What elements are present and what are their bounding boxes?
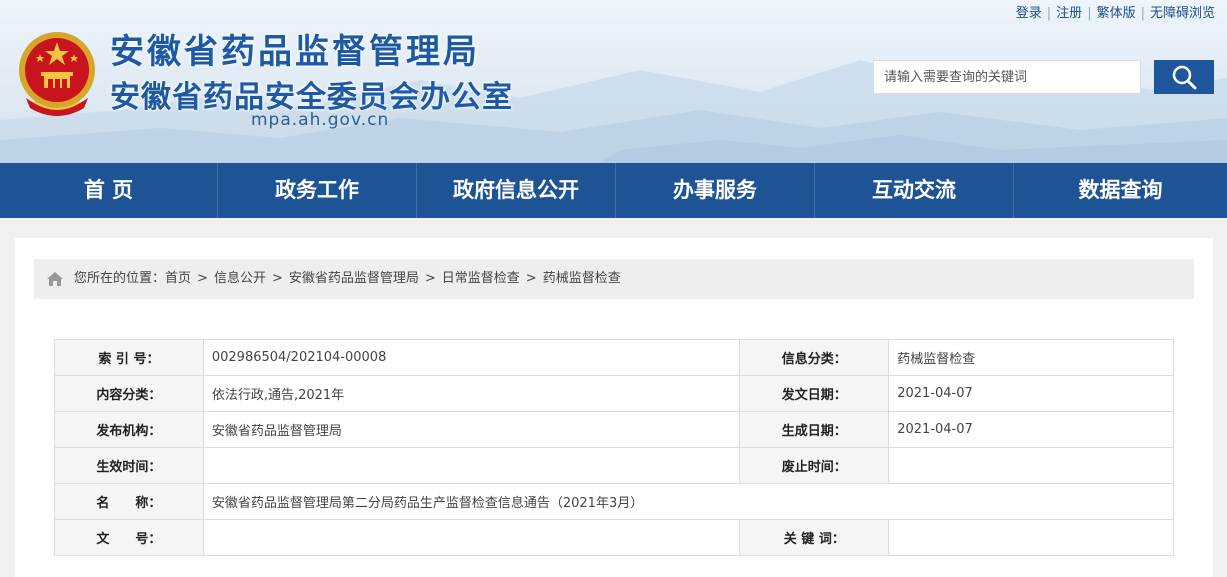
main-nav: 首 页 政务工作 政府信息公开 办事服务 互动交流 数据查询 xyxy=(0,163,1227,218)
issue-date-value: 2021-04-07 xyxy=(888,375,1174,412)
document-number-label: 文 号： xyxy=(54,519,204,556)
divider: | xyxy=(1087,6,1092,21)
table-row: 发布机构： 安徽省药品监督管理局 生成日期： 2021-04-07 xyxy=(54,411,1174,448)
chevron-right-icon: > xyxy=(525,271,537,286)
document-number-value xyxy=(202,519,741,556)
keywords-label: 关 键 词： xyxy=(739,519,890,556)
effective-date-value xyxy=(202,447,741,484)
publisher-value: 安徽省药品监督管理局 xyxy=(202,411,741,448)
divider: | xyxy=(1140,6,1145,21)
search-box xyxy=(873,60,1214,94)
search-icon xyxy=(1172,65,1197,90)
breadcrumb: 您所在的位置：首页 > 信息公开 > 安徽省药品监督管理局 > 日常监督检查 > 药械监督检查 xyxy=(34,259,1194,299)
table-row: 文 号： 关 键 词： xyxy=(54,519,1174,556)
traditional-chinese-link[interactable]: 繁体版 xyxy=(1097,6,1136,21)
table-row: 名 称： 安徽省药品监督管理局第二分局药品生产监督检查信息通告（2021年3月） xyxy=(54,483,1175,520)
keywords-value xyxy=(888,519,1174,556)
search-button[interactable] xyxy=(1154,60,1214,94)
generated-date-label: 生成日期： xyxy=(739,411,890,448)
nav-item-info-disclosure[interactable]: 政府信息公开 xyxy=(417,163,616,218)
breadcrumb-info-disclosure[interactable]: 信息公开 xyxy=(214,271,266,286)
effective-date-label: 生效时间： xyxy=(54,447,204,484)
nav-item-government-affairs[interactable]: 政务工作 xyxy=(218,163,417,218)
top-links: 登录 | 注册 | 繁体版 | 无障碍浏览 xyxy=(1016,2,1215,21)
expiry-date-value xyxy=(888,447,1174,484)
breadcrumb-prefix: 您所在的位置： xyxy=(74,271,166,286)
content-area: 您所在的位置：首页 > 信息公开 > 安徽省药品监督管理局 > 日常监督检查 > 药械监督检查 … xyxy=(15,238,1213,577)
site-title: 安徽省药品监督管理局 xyxy=(110,32,480,72)
expiry-date-label: 废止时间： xyxy=(739,447,890,484)
site-domain: mpa.ah.gov.cn xyxy=(251,110,390,130)
chevron-right-icon: > xyxy=(197,271,208,286)
document-name-value: 安徽省药品监督管理局第二分局药品生产监督检查信息通告（2021年3月） xyxy=(202,483,1175,520)
search-input[interactable] xyxy=(873,60,1141,94)
chevron-right-icon: > xyxy=(271,271,283,286)
issue-date-label: 发文日期： xyxy=(739,375,890,412)
chevron-right-icon: > xyxy=(424,271,436,286)
generated-date-value: 2021-04-07 xyxy=(888,411,1174,448)
content-category-value: 依法行政,通告,2021年 xyxy=(202,375,741,412)
national-emblem-icon xyxy=(19,32,95,116)
breadcrumb-bureau[interactable]: 安徽省药品监督管理局 xyxy=(289,271,419,286)
index-number-label: 索 引 号： xyxy=(54,339,204,376)
site-header: 安徽省药品监督管理局 安徽省药品安全委员会办公室 mpa.ah.gov.cn 登… xyxy=(0,0,1227,163)
accessibility-link[interactable]: 无障碍浏览 xyxy=(1150,6,1215,21)
info-category-value: 药械监督检查 xyxy=(888,339,1174,376)
info-category-label: 信息分类： xyxy=(739,339,890,376)
table-row: 内容分类： 依法行政,通告,2021年 发文日期： 2021-04-07 xyxy=(54,375,1174,412)
login-link[interactable]: 登录 xyxy=(1016,6,1042,21)
document-meta-table: 索 引 号： 002986504/202104-00008 信息分类： 药械监督… xyxy=(54,339,1175,556)
breadcrumb-drug-device-inspection[interactable]: 药械监督检查 xyxy=(543,271,621,286)
nav-item-data-query[interactable]: 数据查询 xyxy=(1014,163,1227,218)
document-name-label: 名 称： xyxy=(54,483,204,520)
table-row: 索 引 号： 002986504/202104-00008 信息分类： 药械监督… xyxy=(54,339,1174,376)
breadcrumb-daily-inspection[interactable]: 日常监督检查 xyxy=(442,271,520,286)
index-number-value: 002986504/202104-00008 xyxy=(202,339,741,376)
content-category-label: 内容分类： xyxy=(54,375,204,412)
home-icon xyxy=(47,272,63,286)
publisher-label: 发布机构： xyxy=(54,411,204,448)
divider: | xyxy=(1046,6,1052,21)
nav-item-services[interactable]: 办事服务 xyxy=(616,163,815,218)
breadcrumb-home[interactable]: 首页 xyxy=(165,271,191,286)
nav-item-interaction[interactable]: 互动交流 xyxy=(815,163,1014,218)
nav-item-home[interactable]: 首 页 xyxy=(0,163,218,218)
table-row: 生效时间： 废止时间： xyxy=(54,447,1174,484)
register-link[interactable]: 注册 xyxy=(1056,6,1082,21)
